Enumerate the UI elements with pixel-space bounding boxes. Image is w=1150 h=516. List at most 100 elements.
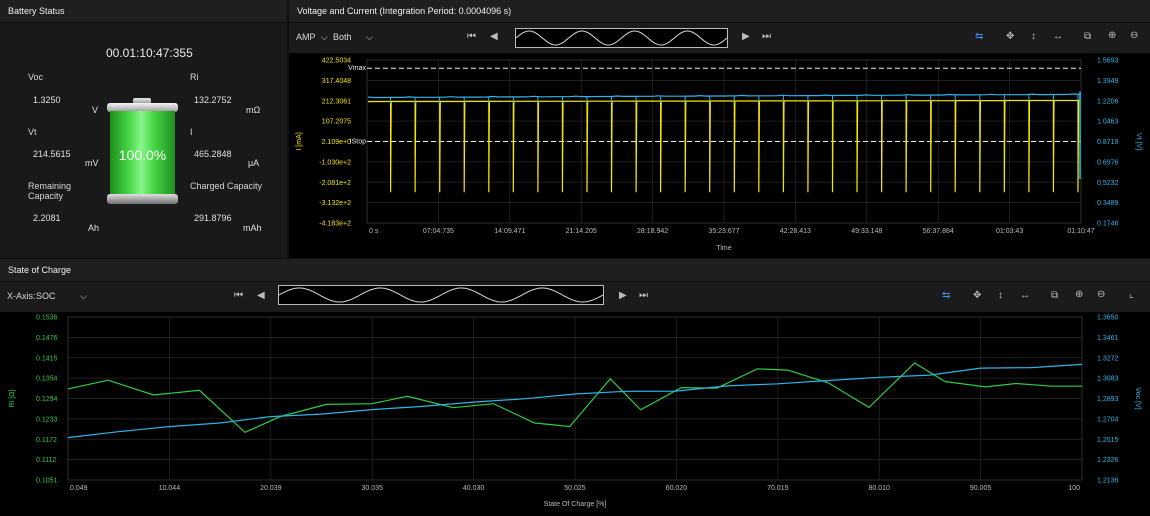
y-right-tick-label: 1.3272: [1097, 355, 1119, 362]
step-forward-icon[interactable]: ▶: [742, 32, 750, 42]
y-right-tick-label: 0.6976: [1097, 159, 1119, 166]
x-axis-title: Time: [716, 245, 731, 252]
zoom-in-icon[interactable]: ⊕: [1108, 31, 1116, 41]
y-right-tick-label: 0.1746: [1097, 221, 1119, 228]
pan-vertical-icon[interactable]: ↕: [1031, 32, 1036, 42]
mode-dropdown[interactable]: AMP ⌵: [296, 32, 328, 43]
voltage-current-panel: Voltage and Current (Integration Period:…: [289, 0, 1150, 258]
y-right-tick-label: 1.2704: [1097, 416, 1119, 423]
y-right-tick-label: 1.3083: [1097, 376, 1119, 383]
y-right-tick-label: 1.3461: [1097, 335, 1119, 342]
y-left-tick-label: 212.3061: [322, 98, 351, 105]
x-tick-label: 28:18.942: [637, 228, 668, 235]
y-right-tick-label: 1.2206: [1097, 98, 1119, 105]
soc-title: State of Charge: [8, 265, 72, 275]
zoom-in-icon[interactable]: ⊕: [1075, 290, 1083, 300]
pan-icon[interactable]: ✥: [973, 291, 981, 301]
zoom-out-icon[interactable]: ⊖: [1097, 290, 1105, 300]
soc-header: State of Charge: [0, 259, 1150, 282]
y-left-tick-label: 0.1172: [36, 437, 57, 444]
x-tick-label: 49:33.148: [851, 228, 882, 235]
ri-value: 132.2752: [194, 95, 232, 105]
y-left-tick-label: 0.1536: [36, 315, 58, 322]
voc-label: Voc: [28, 72, 44, 82]
x-tick-label: 35:23.677: [708, 228, 739, 235]
x-tick-label: 90.005: [970, 485, 992, 492]
y-left-tick-label: 317.4048: [322, 78, 351, 85]
y-right-tick-label: 1.2136: [1097, 478, 1119, 485]
fit-icon[interactable]: ⇆: [975, 32, 983, 42]
x-tick-label: 100: [1068, 485, 1080, 492]
vt-label: Vt: [28, 127, 37, 137]
y-left-tick-label: 422.5034: [322, 58, 351, 65]
y-left-tick-label: 0.1476: [36, 335, 58, 342]
pan-horizontal-icon[interactable]: ↔: [1053, 32, 1063, 42]
y-left-tick-label: -4.183e+2: [319, 221, 351, 228]
zoom-box-icon[interactable]: ⧉: [1051, 291, 1058, 301]
axis-icon[interactable]: ⌞: [1129, 290, 1134, 300]
y-right-tick-label: 1.0463: [1097, 119, 1119, 126]
y-right-tick-label: 1.2515: [1097, 437, 1119, 444]
vc-header: Voltage and Current (Integration Period:…: [289, 0, 1150, 23]
y-right-tick-label: 0.3489: [1097, 200, 1119, 207]
i-label: I: [190, 127, 193, 137]
display-dropdown[interactable]: Both ⌵: [333, 32, 373, 43]
skip-forward-icon[interactable]: ⏭: [762, 32, 771, 42]
skip-forward-icon[interactable]: ⏭: [639, 291, 648, 301]
pan-icon[interactable]: ✥: [1006, 32, 1014, 42]
y-left-axis-title: Ri [Ω]: [9, 390, 16, 408]
vt-unit: mV: [85, 158, 99, 168]
i-unit: μA: [248, 158, 260, 168]
vc-toolbar: AMP ⌵ Both ⌵ ⏮ ◀ ▶ ⏭ ⇆ ✥ ↕ ↔ ⧉ ⊕ ⊖: [289, 23, 1150, 53]
fit-icon[interactable]: ⇆: [942, 291, 950, 301]
skip-back-icon[interactable]: ⏮: [234, 291, 243, 301]
chevron-down-icon: ⌵: [80, 291, 87, 301]
voc-value: 1.3250: [33, 95, 61, 105]
y-right-axis-title: Vt [V]: [1135, 133, 1142, 150]
vmax-label: Vmax: [348, 65, 366, 72]
y-right-tick-label: 1.2326: [1097, 457, 1119, 464]
y-left-axis-title: I [mA]: [296, 132, 303, 150]
battery-status-panel: Battery Status 00.01:10:47:355 Voc 1.325…: [0, 0, 287, 258]
overview-waveform[interactable]: [515, 28, 728, 48]
pan-horizontal-icon[interactable]: ↔: [1020, 291, 1030, 301]
mode-value: AMP: [296, 32, 316, 42]
x-tick-label: 40.030: [463, 485, 485, 492]
x-tick-label: 21:14.205: [566, 228, 597, 235]
battery-icon: 100.0%: [107, 98, 178, 206]
vc-chart[interactable]: 0 s 07:04.735 14:09.471 21:14.205 28:18.942 3…: [289, 53, 1150, 258]
vt-value: 214.5615: [33, 149, 71, 159]
y-left-tick-label: -2.081e+2: [319, 180, 351, 187]
x-tick-label: 80.010: [868, 485, 890, 492]
zoom-box-icon[interactable]: ⧉: [1084, 32, 1091, 42]
charged-unit: mAh: [243, 223, 262, 233]
ri-label: Ri: [190, 72, 199, 82]
zoom-out-icon[interactable]: ⊖: [1130, 31, 1138, 41]
soc-chart[interactable]: 0.049 10.044 20.039 30.035 40.030 50.025 60.02…: [0, 312, 1150, 516]
y-left-tick-label: 0.1112: [36, 457, 56, 464]
charged-label: Charged Capacity: [190, 181, 263, 191]
y-right-tick-label: 1.3650: [1097, 315, 1119, 322]
pan-vertical-icon[interactable]: ↕: [998, 291, 1003, 301]
x-tick-label: 14:09.471: [494, 228, 525, 235]
xaxis-dropdown[interactable]: SOC ⌵: [36, 291, 87, 302]
y-right-tick-label: 1.2893: [1097, 396, 1119, 403]
y-left-tick-label: 0.1354: [36, 376, 58, 383]
overview-waveform[interactable]: [278, 285, 604, 305]
x-tick-label: 10.044: [159, 485, 181, 492]
x-tick-label: 07:04.735: [423, 228, 454, 235]
x-tick-label: 0.049: [70, 485, 88, 492]
x-tick-label: 60.020: [666, 485, 688, 492]
skip-back-icon[interactable]: ⏮: [467, 32, 476, 42]
x-tick-label: 0 s: [369, 228, 379, 235]
remaining-value: 2.2081: [33, 213, 61, 223]
chevron-down-icon: ⌵: [366, 32, 373, 42]
y-left-tick-label: 2.109e+0: [322, 139, 351, 146]
step-back-icon[interactable]: ◀: [257, 291, 265, 301]
step-back-icon[interactable]: ◀: [490, 32, 498, 42]
step-forward-icon[interactable]: ▶: [619, 291, 627, 301]
battery-percent: 100.0%: [118, 147, 167, 163]
y-right-axis-title: Voc [V]: [1134, 387, 1141, 409]
vc-title: Voltage and Current (Integration Period:…: [297, 6, 512, 16]
ri-unit: mΩ: [246, 105, 261, 115]
